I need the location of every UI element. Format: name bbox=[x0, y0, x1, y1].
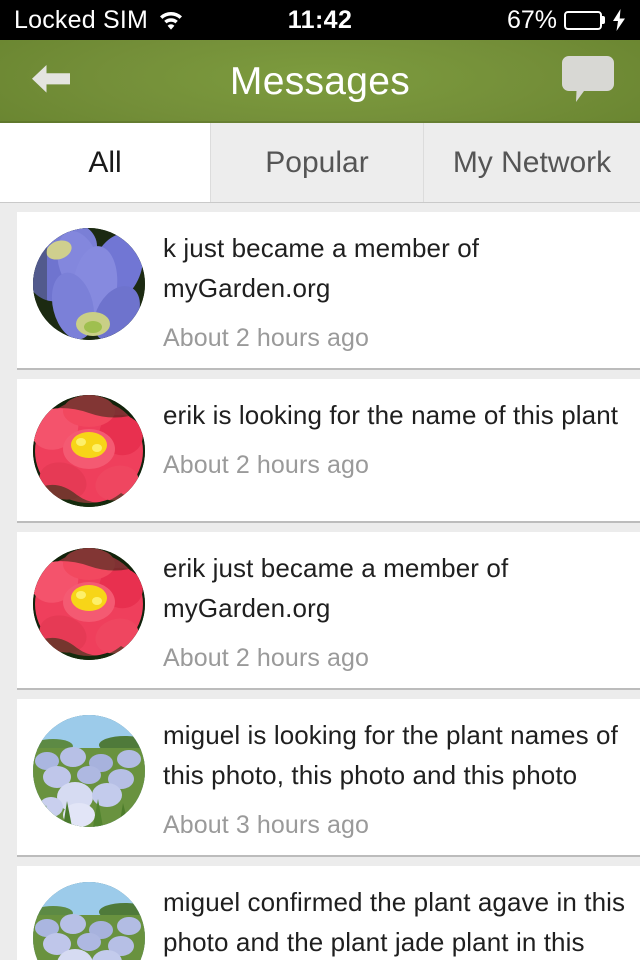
speech-bubble-icon bbox=[560, 54, 616, 109]
status-bar: Locked SIM 11:42 67% bbox=[0, 0, 640, 40]
message-timestamp: About 2 hours ago bbox=[163, 644, 370, 672]
list-item[interactable]: miguel confirmed the plant agave in this… bbox=[17, 866, 640, 960]
message-text: erik just became a member of myGarden.or… bbox=[163, 553, 509, 623]
tab-all[interactable]: All bbox=[0, 123, 211, 202]
lightning-bolt-icon bbox=[609, 9, 626, 31]
message-timestamp: About 2 hours ago bbox=[163, 451, 370, 479]
tab-my-network-label: My Network bbox=[452, 145, 612, 179]
message-text: k just became a member of myGarden.org bbox=[163, 233, 480, 303]
list-item-body: erik just became a member of myGarden.or… bbox=[163, 548, 640, 674]
message-text: miguel is looking for the plant names of… bbox=[163, 720, 618, 790]
avatar[interactable] bbox=[33, 228, 145, 340]
tab-my-network[interactable]: My Network bbox=[424, 123, 640, 202]
message-text: miguel confirmed the plant agave in this… bbox=[163, 887, 626, 957]
status-bar-right: 67% bbox=[506, 5, 626, 34]
list-item[interactable]: erik just became a member of myGarden.or… bbox=[17, 532, 640, 690]
back-button[interactable] bbox=[0, 40, 104, 123]
app-header: Messages bbox=[0, 40, 640, 123]
compose-message-button[interactable] bbox=[536, 40, 640, 123]
avatar[interactable] bbox=[33, 548, 145, 660]
status-bar-left: Locked SIM bbox=[14, 5, 184, 34]
message-text: erik is looking for the name of this pla… bbox=[163, 400, 619, 430]
page-title: Messages bbox=[229, 60, 411, 103]
app-root: Locked SIM 11:42 67% Messages All Popula… bbox=[0, 0, 640, 960]
back-arrow-icon bbox=[28, 59, 76, 104]
list-item-body: k just became a member of myGarden.org A… bbox=[163, 228, 640, 354]
tab-popular-label: Popular bbox=[265, 145, 369, 179]
avatar[interactable] bbox=[33, 395, 145, 507]
message-timestamp: About 2 hours ago bbox=[163, 324, 370, 352]
avatar[interactable] bbox=[33, 715, 145, 827]
list-item[interactable]: miguel is looking for the plant names of… bbox=[17, 699, 640, 857]
avatar[interactable] bbox=[33, 882, 145, 960]
message-timestamp: About 3 hours ago bbox=[163, 811, 370, 839]
list-item-body: miguel is looking for the plant names of… bbox=[163, 715, 640, 841]
message-feed-list[interactable]: k just became a member of myGarden.org A… bbox=[0, 203, 640, 960]
list-item-body: erik is looking for the name of this pla… bbox=[163, 395, 640, 507]
list-item-body: miguel confirmed the plant agave in this… bbox=[163, 882, 640, 960]
tab-all-label: All bbox=[88, 145, 122, 179]
list-item[interactable]: k just became a member of myGarden.org A… bbox=[17, 212, 640, 370]
battery-percent-label: 67% bbox=[506, 5, 557, 34]
battery-icon bbox=[564, 10, 602, 30]
list-item[interactable]: erik is looking for the name of this pla… bbox=[17, 379, 640, 523]
tab-bar: All Popular My Network bbox=[0, 123, 640, 203]
carrier-label: Locked SIM bbox=[14, 5, 149, 34]
wifi-icon bbox=[158, 10, 184, 30]
tab-popular[interactable]: Popular bbox=[211, 123, 424, 202]
